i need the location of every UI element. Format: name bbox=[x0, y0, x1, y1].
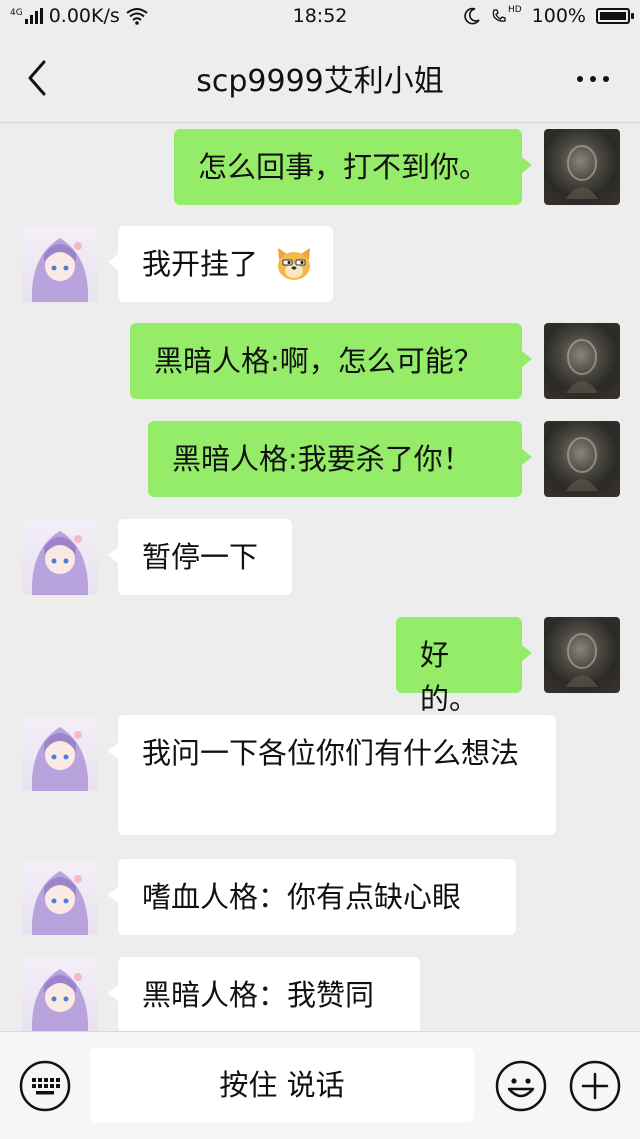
message-text: 黑暗人格:啊，怎么可能？ bbox=[154, 344, 483, 378]
message-list[interactable]: 怎么回事，打不到你。 我开挂了 黑暗人格:啊，怎么可能？ 黑暗人格:我要杀了你！… bbox=[0, 123, 640, 1031]
status-bar: 4G 0.00K/s 18:52 HD 100% bbox=[0, 0, 640, 34]
message-bubble[interactable]: 暂停一下 bbox=[108, 519, 292, 595]
contact-avatar[interactable] bbox=[22, 859, 98, 935]
message-bubble[interactable]: 怎么回事，打不到你。 bbox=[174, 129, 532, 205]
message-text: 我开挂了 bbox=[142, 247, 259, 281]
message-text: 我问一下各位你们有什么想法 bbox=[142, 736, 520, 770]
message-text: 嗜血人格：你有点缺心眼 bbox=[142, 880, 462, 914]
message-bubble[interactable]: 黑暗人格:啊，怎么可能？ bbox=[130, 323, 532, 399]
doge-emoji bbox=[278, 248, 310, 280]
plus-icon bbox=[569, 1060, 621, 1112]
hold-to-talk-label: 按住 说话 bbox=[219, 1068, 345, 1102]
message-row: 暂停一下 bbox=[0, 519, 640, 599]
message-text: 怎么回事，打不到你。 bbox=[198, 150, 489, 184]
battery-icon bbox=[596, 8, 634, 24]
battery-percent: 100% bbox=[531, 5, 586, 27]
message-bubble[interactable]: 黑暗人格:我要杀了你！ bbox=[148, 421, 532, 497]
message-bubble[interactable]: 好的。 bbox=[396, 617, 532, 716]
more-dots-icon bbox=[577, 76, 583, 82]
more-button[interactable] bbox=[568, 64, 618, 94]
message-bubble[interactable]: 黑暗人格：我赞同 bbox=[108, 957, 420, 1031]
message-row: 黑暗人格:啊，怎么可能？ bbox=[0, 323, 640, 403]
message-text: 好的。 bbox=[420, 638, 479, 716]
message-row: 嗜血人格：你有点缺心眼 bbox=[0, 859, 640, 939]
message-bubble[interactable]: 嗜血人格：你有点缺心眼 bbox=[108, 859, 516, 935]
message-row: 怎么回事，打不到你。 bbox=[0, 129, 640, 209]
message-row: 好的。 bbox=[0, 617, 640, 716]
message-text: 黑暗人格:我要杀了你！ bbox=[172, 442, 472, 476]
keyboard-button[interactable] bbox=[18, 1059, 72, 1113]
status-right: HD 100% bbox=[463, 5, 634, 27]
chat-title: scp9999艾利小姐 bbox=[196, 64, 444, 99]
message-text: 黑暗人格：我赞同 bbox=[142, 978, 375, 1012]
message-row: 我开挂了 bbox=[0, 226, 640, 306]
battery-fill bbox=[600, 12, 626, 20]
contact-avatar[interactable] bbox=[22, 957, 98, 1031]
self-avatar[interactable] bbox=[544, 421, 620, 497]
emoji-icon bbox=[495, 1060, 547, 1112]
chat-header: scp9999艾利小姐 bbox=[0, 34, 640, 123]
message-bubble[interactable]: 我开挂了 bbox=[108, 226, 333, 302]
emoji-button[interactable] bbox=[494, 1059, 548, 1113]
plus-button[interactable] bbox=[568, 1059, 622, 1113]
contact-avatar[interactable] bbox=[22, 519, 98, 595]
message-row: 黑暗人格：我赞同 bbox=[0, 957, 640, 1031]
self-avatar[interactable] bbox=[544, 129, 620, 205]
message-text: 暂停一下 bbox=[142, 540, 259, 574]
contact-avatar[interactable] bbox=[22, 715, 98, 791]
contact-avatar[interactable] bbox=[22, 226, 98, 302]
input-bar: 按住 说话 bbox=[0, 1031, 640, 1139]
hd-call-icon: HD bbox=[491, 5, 522, 24]
message-bubble[interactable]: 我问一下各位你们有什么想法 bbox=[108, 715, 556, 835]
message-row: 黑暗人格:我要杀了你！ bbox=[0, 421, 640, 501]
hold-to-talk-button[interactable]: 按住 说话 bbox=[90, 1048, 474, 1122]
keyboard-icon bbox=[19, 1060, 71, 1112]
moon-icon bbox=[464, 7, 480, 25]
self-avatar[interactable] bbox=[544, 617, 620, 693]
message-row: 我问一下各位你们有什么想法 bbox=[0, 715, 640, 837]
self-avatar[interactable] bbox=[544, 323, 620, 399]
hd-label: HD bbox=[507, 5, 522, 15]
